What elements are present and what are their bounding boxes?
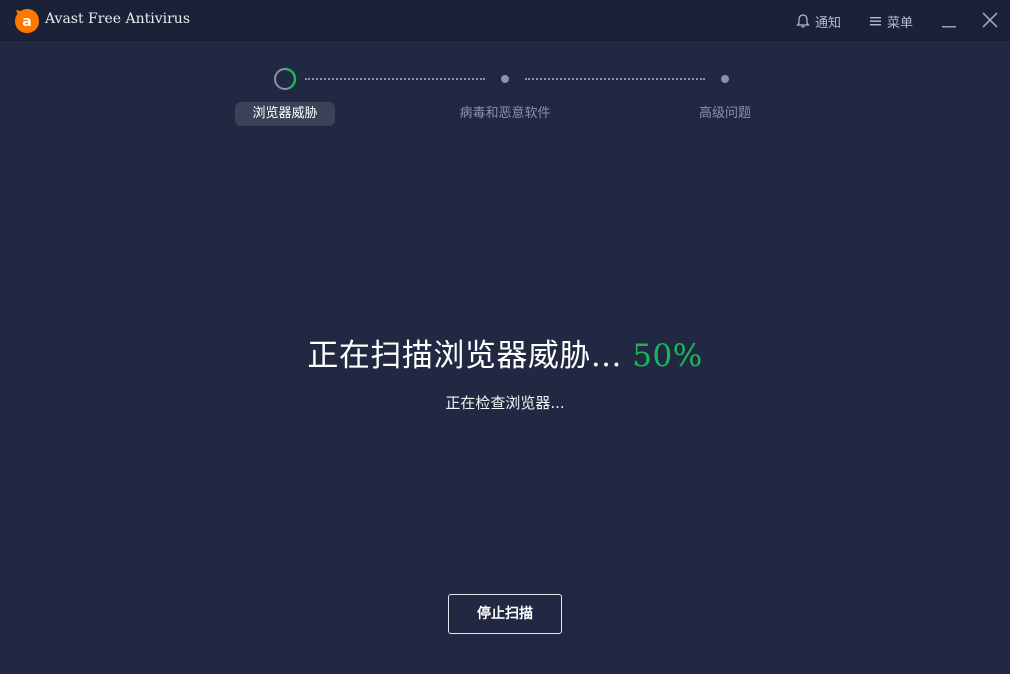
stop-scan-button[interactable]: 停止扫描 xyxy=(448,594,562,634)
hamburger-icon xyxy=(870,17,881,26)
notifications-label: 通知 xyxy=(815,15,842,31)
scan-status-text: 正在检查浏览器... xyxy=(445,394,565,412)
step-label-viruses: 病毒和恶意软件 xyxy=(459,106,551,121)
menu-label: 菜单 xyxy=(887,15,914,31)
step-connector xyxy=(305,78,485,80)
step-3-dot xyxy=(721,75,729,83)
step-label-advanced-issues: 高级问题 xyxy=(698,106,751,121)
step-1-progress-icon xyxy=(274,67,297,90)
app-title: Avast Free Antivirus xyxy=(45,11,190,27)
step-2-dot xyxy=(501,75,509,83)
step-connector xyxy=(525,78,705,80)
svg-text:a: a xyxy=(22,14,31,30)
bell-icon xyxy=(796,14,810,28)
app-window: a Avast Free Antivirus 通知 菜单 浏览器威胁 病毒和恶意… xyxy=(0,0,1010,674)
scan-headline-text: 正在扫描浏览器威胁... xyxy=(307,338,622,374)
close-icon[interactable] xyxy=(980,10,1000,30)
scan-headline: 正在扫描浏览器威胁... 50% xyxy=(0,330,1010,375)
step-label-browser-threats: 浏览器威胁 xyxy=(235,102,335,126)
title-bar: a Avast Free Antivirus 通知 菜单 xyxy=(0,0,1010,41)
avast-logo-icon: a xyxy=(15,9,39,33)
scan-percent: 50% xyxy=(632,338,703,374)
minimize-icon[interactable] xyxy=(939,10,959,30)
menu-button[interactable]: 菜单 xyxy=(869,11,913,31)
notifications-button[interactable]: 通知 xyxy=(795,11,841,31)
